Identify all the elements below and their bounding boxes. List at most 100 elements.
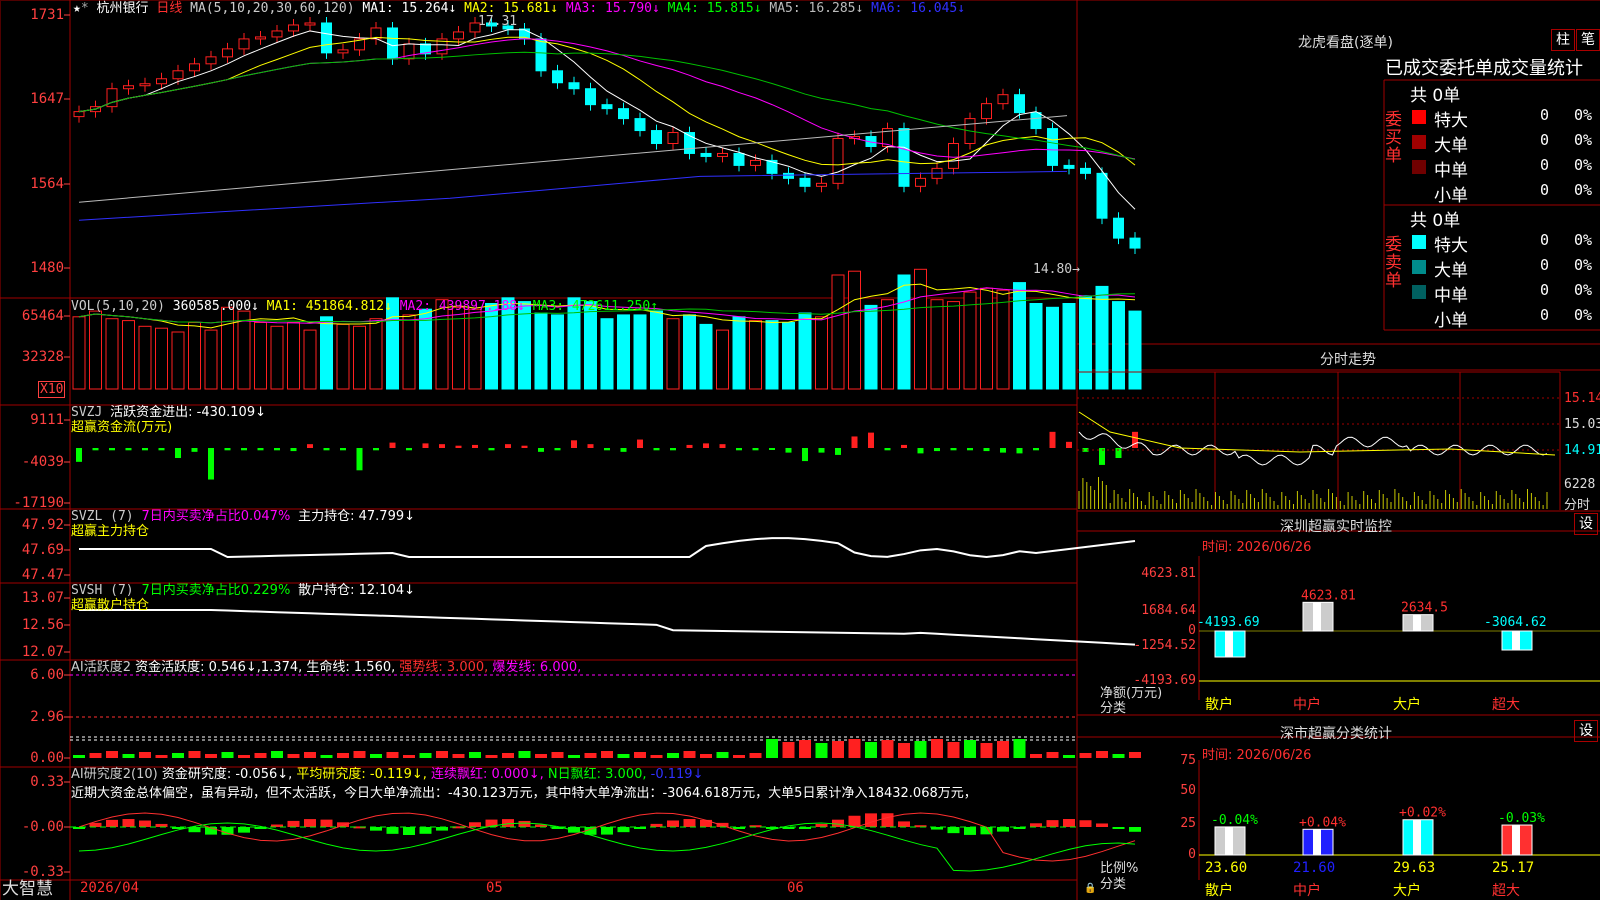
ai-act-bar [304,752,316,758]
sell-row-swatch [1412,285,1426,299]
svzj-bar [76,448,82,462]
svzl-axis-label: 47.92 [21,517,64,533]
candle-body [981,103,992,120]
monitor-value-label: 2634.5 [1401,601,1448,616]
star-icon[interactable]: ★ [73,1,81,16]
volume-bar [105,318,119,390]
buy-row-volume: 0 [1540,106,1550,124]
volume-bar [716,329,729,390]
svzj-bar [505,444,511,448]
classify-category-label: 超大 [1492,883,1520,899]
ai-act-bar [634,752,646,758]
candle-body [832,138,844,184]
ai-act-bar [172,753,184,758]
sell-row-percent: 0% [1574,231,1593,249]
ai-act-header: AI活跃度2 资金活跃度: 0.546↓,1.374, 生命线: 1.560, … [71,660,581,675]
svzj-bar [587,444,594,448]
svsh-subtitle: 超赢散户持仓 [71,598,150,613]
svzj-header: SVZJ 活跃资金进出: -430.109↓ [71,405,266,420]
ai-res-red-line [78,812,1136,862]
price-axis-label: 1480 [30,260,64,276]
candle-body [1063,164,1075,169]
intraday-axis-top: 15.14 [1564,391,1600,406]
ai-act-bar [205,754,217,758]
vol-ma2: MA2: 439897.188↓ [399,299,525,314]
candle-body [288,24,299,32]
svsh-title: SVSH (7) [71,583,134,598]
svzj-bar [884,448,891,451]
ai-res-bar [683,819,696,827]
monitor-date: 时间: 2026/06/26 [1202,540,1312,555]
candle-body [1014,94,1025,114]
brand-logo[interactable]: 大智慧 [2,879,53,899]
svzl-axis-label: 47.69 [21,542,64,558]
volume-bar [518,301,531,390]
ai-res-bar [617,827,630,833]
classify-value-label: 29.63 [1393,860,1435,876]
classify-category-label: 大户 [1393,882,1421,899]
svzj-bar [257,448,264,451]
svzj-bar [703,443,709,448]
ai-res-bar [370,827,382,831]
svzj-bar [604,448,610,451]
candle-body [783,172,794,179]
svzj-bar [1049,431,1056,448]
ma-value-5: MA5: 16.285↓ [761,1,864,16]
svzj-bar [785,448,792,453]
svzj-bar [1099,448,1105,465]
candle-body [750,159,761,166]
monitor-settings-button[interactable]: 设 [1574,513,1598,535]
buy-row-name: 特大 [1434,111,1468,131]
svzj-bar [769,448,775,450]
ai-act-b: 生命线: 1.560, [306,660,396,675]
classify-change-label: +0.02% [1399,806,1446,821]
volume-bar [188,322,201,390]
volume-bar [204,329,218,390]
monitor-title: 深圳超赢实时监控 [1280,519,1392,535]
svzj-bar [406,448,412,451]
sell-row-swatch [1412,235,1426,249]
svzj-bar [917,448,924,454]
tick-view-button[interactable]: 笔 [1576,29,1600,51]
ai-act-bar [1046,752,1059,758]
ai-act-bar [518,751,531,758]
sell-row-percent: 0% [1574,256,1593,274]
svzj-bar [571,440,577,448]
classify-change-label: -0.03% [1498,811,1545,826]
volume-bar [650,310,663,390]
candle-body [1047,128,1058,166]
buy-row-name: 小单 [1434,186,1468,206]
period-label[interactable]: 日线 [156,1,182,16]
vol-unit[interactable]: X10 [38,381,66,398]
ai-act-bar [617,754,630,758]
svzj-bar [373,448,379,451]
intraday-price-line [1078,431,1548,466]
ai-res-bar [386,827,399,834]
candle-body [700,152,712,157]
ai-res-a: 资金研究度: -0.056↓, [161,767,293,782]
lock-icon[interactable]: 🔒 [1084,881,1096,896]
ai-act-bar [980,743,993,758]
candle-body [255,36,266,40]
svsh-axis-label: 13.07 [21,590,64,606]
column-view-button[interactable]: 柱 [1551,29,1575,51]
monitor-category-label: 大户 [1393,696,1421,713]
candle-body [1113,217,1124,239]
ma-line-5 [78,29,1136,210]
ai-act-bar [766,739,778,758]
candle-body [816,182,827,187]
ai-res-bar [898,821,910,827]
candle-body [321,22,332,54]
stock-name[interactable]: 杭州银行 [96,1,148,16]
candle-body [552,70,563,84]
buy-row-swatch [1412,135,1426,149]
svzj-bar [851,436,858,448]
volume-bar [237,310,251,390]
classify-xlabel: 分类 [1100,877,1127,892]
ai-act-bar [502,753,514,758]
ma-title: MA(5,10,20,30,60,120) [190,1,355,16]
classify-settings-button[interactable]: 设 [1574,720,1598,742]
ai-act-bar [584,753,597,758]
svzj-bar [340,448,346,451]
ai-res-bar [1030,823,1042,827]
